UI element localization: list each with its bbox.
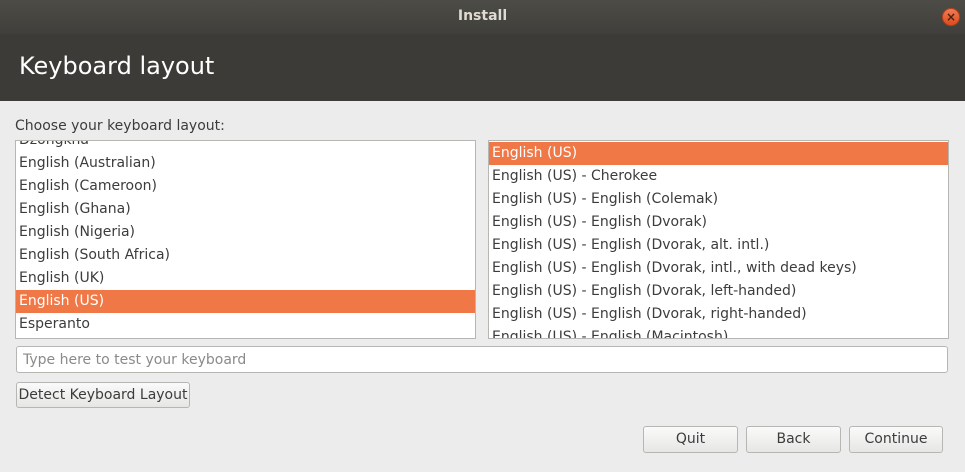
keyboard-test-input[interactable] xyxy=(16,346,948,373)
variant-list-item[interactable]: English (US) - English (Dvorak, intl., w… xyxy=(489,257,948,280)
layout-list-item[interactable]: English (South Africa) xyxy=(16,244,475,267)
window-title: Install xyxy=(457,8,508,24)
keyboard-layout-list[interactable]: Dzongkha English (Australian) English (Cam… xyxy=(15,140,476,339)
continue-button[interactable]: Continue xyxy=(849,426,943,453)
variant-list-item[interactable]: English (US) - English (Dvorak) xyxy=(489,211,948,234)
keyboard-variant-list-items: English (US) English (US) - Cherokee Engli… xyxy=(489,142,948,338)
quit-button[interactable]: Quit xyxy=(643,426,738,453)
variant-list-item[interactable]: English (US) - English (Dvorak, right-ha… xyxy=(489,303,948,326)
variant-list-item[interactable]: English (US) - English (Dvorak, left-han… xyxy=(489,280,948,303)
variant-list-item[interactable]: English (US) xyxy=(489,142,948,165)
layout-list-item[interactable]: English (UK) xyxy=(16,267,475,290)
variant-list-item[interactable]: English (US) - Cherokee xyxy=(489,165,948,188)
layout-list-item[interactable]: Esperanto xyxy=(16,313,475,336)
window-titlebar: Install × xyxy=(0,0,965,34)
layout-list-item[interactable]: English (Cameroon) xyxy=(16,175,475,198)
close-icon: × xyxy=(945,10,957,24)
keyboard-variant-list[interactable]: English (US) English (US) - Cherokee Engli… xyxy=(488,140,949,339)
close-button[interactable]: × xyxy=(942,8,960,26)
layout-list-item[interactable]: English (US) xyxy=(16,290,475,313)
back-button[interactable]: Back xyxy=(746,426,841,453)
layout-prompt-label: Choose your keyboard layout: xyxy=(15,118,225,134)
detect-keyboard-layout-button[interactable]: Detect Keyboard Layout xyxy=(16,382,190,408)
page-header: Keyboard layout xyxy=(0,34,965,101)
variant-list-item[interactable]: English (US) - English (Colemak) xyxy=(489,188,948,211)
variant-list-item[interactable]: English (US) - English (Dvorak, alt. int… xyxy=(489,234,948,257)
layout-list-item[interactable]: English (Ghana) xyxy=(16,198,475,221)
keyboard-layout-list-items: Dzongkha English (Australian) English (Cam… xyxy=(16,141,475,336)
layout-list-item[interactable]: Dzongkha xyxy=(16,141,475,152)
variant-list-item[interactable]: English (US) - English (Macintosh) xyxy=(489,326,948,338)
page-title: Keyboard layout xyxy=(19,52,215,80)
layout-list-item[interactable]: English (Australian) xyxy=(16,152,475,175)
layout-list-item[interactable]: English (Nigeria) xyxy=(16,221,475,244)
